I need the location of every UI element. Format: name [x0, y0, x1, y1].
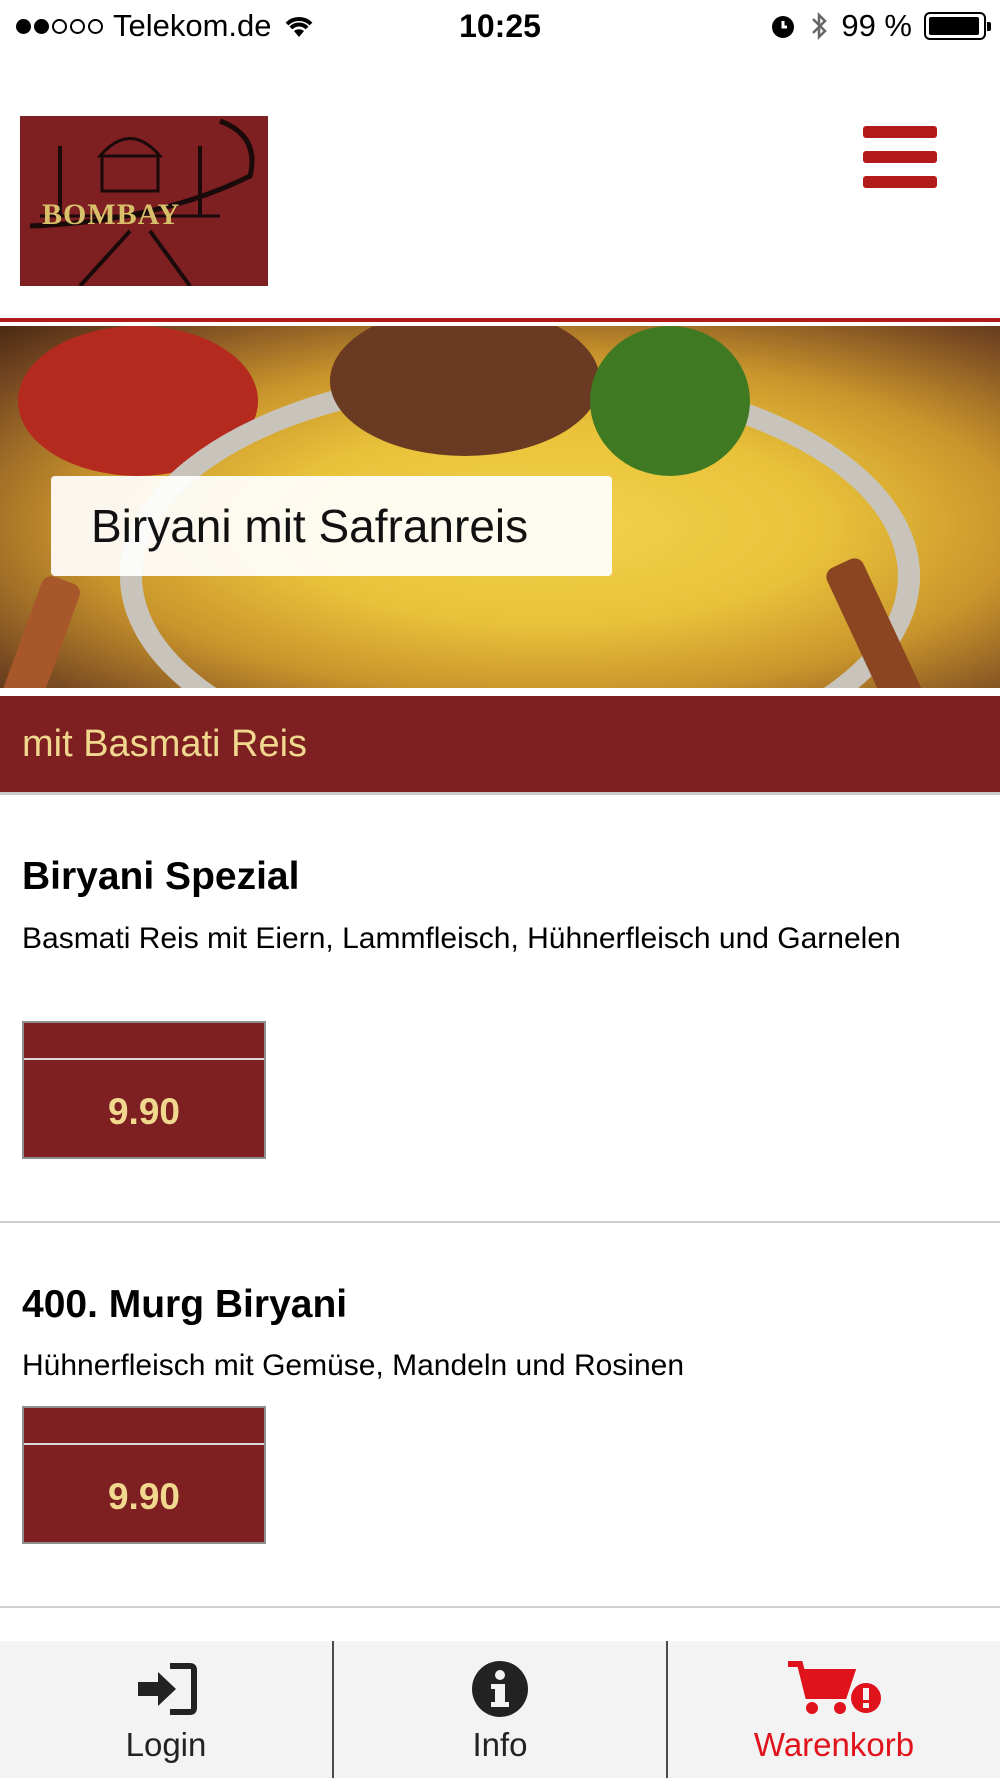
info-icon	[472, 1661, 528, 1717]
tab-info[interactable]: Info	[332, 1641, 666, 1778]
battery-percent: 99 %	[841, 8, 912, 43]
price-value: 9.90	[107, 1476, 180, 1517]
bottom-tab-bar: Login Info Warenkorb	[0, 1641, 1000, 1778]
bluetooth-icon	[812, 11, 828, 41]
logo-text: BOMBAY	[42, 198, 181, 231]
item-divider	[0, 1221, 1000, 1223]
price-value: 9.90	[107, 1091, 180, 1132]
header-divider	[0, 318, 1000, 322]
hamburger-menu-icon[interactable]	[863, 126, 937, 188]
item-divider	[0, 1606, 1000, 1608]
menu-item-title: Biryani Spezial	[22, 855, 300, 898]
price-button[interactable]: 9.90	[22, 1406, 266, 1544]
tab-label: Warenkorb	[753, 1726, 915, 1763]
herb-decoration	[590, 326, 750, 476]
tab-label: Info	[472, 1726, 528, 1763]
price-button[interactable]: 9.90	[22, 1021, 266, 1159]
menu-item-title: 400. Murg Biryani	[22, 1283, 348, 1326]
alarm-icon	[772, 16, 795, 38]
menu-item-description: Basmati Reis mit Eiern, Lammfleisch, Hüh…	[22, 922, 901, 955]
status-right: 99 %	[769, 8, 991, 44]
sign-in-icon	[138, 1663, 197, 1715]
hero-banner: Biryani mit Safranreis	[0, 326, 1000, 688]
status-bar: Telekom.de 10:25 99 %	[0, 0, 1000, 56]
category-shadow	[0, 792, 1000, 795]
cinnamon-decoration	[0, 573, 83, 688]
hero-caption: Biryani mit Safranreis	[51, 476, 612, 576]
category-header: mit Basmati Reis	[0, 696, 1000, 792]
app-header: BOMBAY	[0, 56, 1000, 322]
menu-item-description: Hühnerfleisch mit Gemüse, Mandeln und Ro…	[22, 1349, 685, 1382]
bombay-logo[interactable]: BOMBAY	[20, 116, 268, 286]
tab-label: Login	[125, 1726, 207, 1763]
shopping-cart-alert-icon	[788, 1661, 881, 1714]
battery-icon	[924, 12, 991, 40]
tab-login[interactable]: Login	[0, 1641, 332, 1778]
tab-warenkorb[interactable]: Warenkorb	[666, 1641, 1000, 1778]
